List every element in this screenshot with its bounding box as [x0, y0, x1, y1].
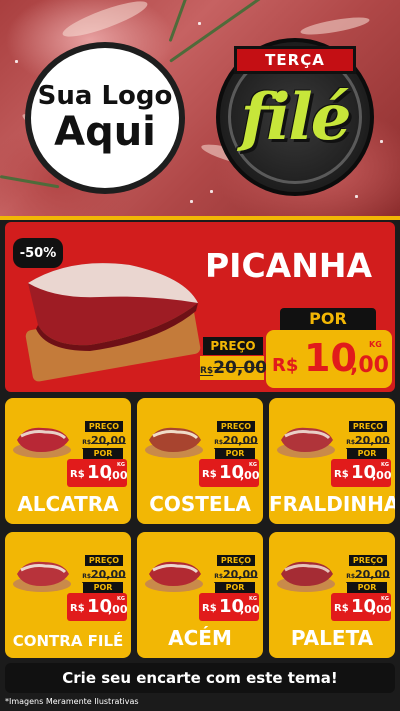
product-unit: KG: [381, 462, 389, 468]
product-old-value: 20,00: [91, 434, 126, 447]
rosemary-sprig: [0, 175, 60, 189]
product-card[interactable]: PREÇO R$20,00 POR R$ 10 ,00 KG ALCATRA: [5, 398, 131, 524]
product-card[interactable]: PREÇO R$20,00 POR R$ 10 ,00 KG CONTRA FI…: [5, 532, 131, 658]
product-old-value: 20,00: [355, 434, 390, 447]
salt-grain: [355, 195, 358, 198]
featured-product-name: PICANHA: [205, 246, 372, 285]
product-name: ACÉM: [168, 626, 232, 650]
product-price-dec: ,00: [240, 469, 260, 482]
product-currency: R$: [334, 603, 349, 614]
product-new-price: R$ 10 ,00 KG: [331, 459, 392, 487]
logo-placeholder: Sua Logo Aqui: [25, 42, 185, 194]
cta-button[interactable]: Crie seu encarte com este tema!: [5, 663, 395, 693]
product-card[interactable]: PREÇO R$20,00 POR R$ 10 ,00 KG ACÉM: [137, 532, 263, 658]
product-currency: R$: [202, 469, 217, 480]
product-card[interactable]: PREÇO R$20,00 POR R$ 10 ,00 KG FRALDINHA: [269, 398, 395, 524]
featured-old-value: 20,00: [213, 358, 267, 378]
meat-marbling: [59, 0, 151, 43]
product-image: [13, 427, 71, 458]
product-name: COSTELA: [149, 492, 251, 516]
salt-grain: [210, 190, 213, 193]
product-unit: KG: [381, 596, 389, 602]
product-name: ALCATRA: [17, 492, 119, 516]
product-old-price: R$20,00: [214, 432, 258, 447]
product-price-dec: ,00: [372, 469, 392, 482]
product-image: [277, 427, 335, 458]
product-unit: KG: [249, 462, 257, 468]
product-new-price-label: POR: [347, 448, 387, 459]
logo-line-1: Sua Logo: [37, 80, 173, 111]
badge-title: filé: [240, 80, 352, 155]
product-price-dec: ,00: [108, 469, 128, 482]
product-new-price-label: POR: [215, 582, 255, 593]
featured-old-price: R$20,00: [200, 356, 267, 380]
product-currency: R$: [70, 469, 85, 480]
product-old-price: R$20,00: [346, 566, 390, 581]
product-old-value: 20,00: [223, 434, 258, 447]
featured-price-int: 10: [304, 336, 357, 380]
product-old-price: R$20,00: [214, 566, 258, 581]
meat-marbling: [299, 14, 371, 38]
featured-old-currency: R$: [200, 366, 214, 376]
product-old-value: 20,00: [91, 568, 126, 581]
product-new-price: R$ 10 ,00 KG: [331, 593, 392, 621]
product-currency: R$: [70, 603, 85, 614]
terca-file-badge: TERÇA filé: [216, 38, 374, 196]
product-new-price-label: POR: [347, 582, 387, 593]
product-new-price-label: POR: [215, 448, 255, 459]
product-old-price: R$20,00: [82, 566, 126, 581]
product-price-dec: ,00: [372, 603, 392, 616]
product-card[interactable]: PREÇO R$20,00 POR R$ 10 ,00 KG COSTELA: [137, 398, 263, 524]
featured-old-price-label: PREÇO: [203, 337, 263, 355]
disclaimer: *Imagens Meramente Ilustrativas: [5, 697, 139, 706]
salt-grain: [190, 200, 193, 203]
product-old-value: 20,00: [223, 568, 258, 581]
product-old-price: R$20,00: [82, 432, 126, 447]
product-old-price: R$20,00: [346, 432, 390, 447]
product-new-price: R$ 10 ,00 KG: [199, 459, 260, 487]
featured-new-price-label: POR: [280, 308, 376, 330]
picanha-image: [28, 263, 198, 351]
product-unit: KG: [117, 596, 125, 602]
product-image: [13, 561, 71, 592]
logo-line-2: Aqui: [54, 109, 156, 156]
featured-unit: KG: [369, 340, 382, 349]
product-name: PALETA: [290, 626, 374, 650]
salt-grain: [198, 22, 201, 25]
divider-line: [0, 216, 400, 220]
product-price-dec: ,00: [108, 603, 128, 616]
product-image: [145, 427, 203, 458]
product-card[interactable]: PREÇO R$20,00 POR R$ 10 ,00 KG PALETA: [269, 532, 395, 658]
product-new-price: R$ 10 ,00 KG: [67, 459, 128, 487]
product-name: FRALDINHA: [269, 492, 395, 516]
featured-price-dec: ,00: [350, 353, 389, 378]
featured-new-price: R$ 10 ,00 KG: [266, 330, 392, 388]
product-price-dec: ,00: [240, 603, 260, 616]
salt-grain: [15, 60, 18, 63]
product-new-price-label: POR: [83, 448, 123, 459]
product-currency: R$: [334, 469, 349, 480]
hero-banner: Sua Logo Aqui TERÇA filé: [0, 0, 400, 218]
rosemary-sprig: [168, 0, 196, 43]
salt-grain: [380, 140, 383, 143]
product-new-price: R$ 10 ,00 KG: [67, 593, 128, 621]
badge-ribbon: TERÇA: [234, 46, 356, 74]
featured-currency: R$: [272, 355, 299, 376]
product-currency: R$: [202, 603, 217, 614]
product-new-price-label: POR: [83, 582, 123, 593]
discount-badge: -50%: [13, 238, 63, 268]
product-image: [277, 561, 335, 592]
product-unit: KG: [249, 596, 257, 602]
badge-day: TERÇA: [265, 51, 325, 69]
product-old-value: 20,00: [355, 568, 390, 581]
product-unit: KG: [117, 462, 125, 468]
product-name: CONTRA FILÉ: [12, 632, 124, 650]
product-image: [145, 561, 203, 592]
product-new-price: R$ 10 ,00 KG: [199, 593, 260, 621]
